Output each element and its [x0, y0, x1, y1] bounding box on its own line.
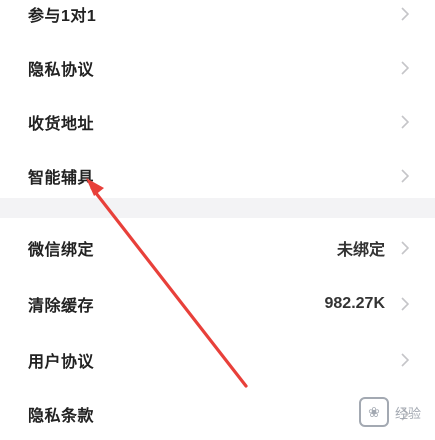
setting-label: 参与1对1: [28, 8, 97, 25]
chevron-right-icon: [399, 6, 411, 22]
paw-logo-icon: ❀: [358, 397, 389, 427]
setting-value: 982.27K: [324, 295, 386, 312]
chevron-right-icon: [399, 296, 411, 312]
setting-row-user-agreement[interactable]: 用户协议: [0, 334, 435, 386]
setting-label: 隐私协议: [28, 62, 95, 79]
setting-row-shipping-address[interactable]: 收货地址: [0, 96, 435, 148]
chevron-right-icon: [399, 114, 411, 130]
setting-value: 未绑定: [336, 242, 385, 259]
setting-label: 收货地址: [28, 116, 95, 133]
section-divider: [0, 198, 435, 218]
setting-label: 隐私条款: [28, 408, 95, 425]
setting-label: 清除缓存: [28, 298, 95, 315]
setting-label: 用户协议: [28, 354, 95, 371]
setting-label: 微信绑定: [28, 242, 95, 259]
setting-label: 智能辅具: [28, 170, 95, 187]
chevron-right-icon: [399, 352, 411, 368]
setting-row-privacy-agreement[interactable]: 隐私协议: [0, 42, 435, 94]
watermark-text: 经验: [394, 405, 421, 421]
setting-row-wechat-binding[interactable]: 微信绑定 未绑定: [0, 222, 435, 274]
chevron-right-icon: [399, 168, 411, 184]
chevron-right-icon: [399, 240, 411, 256]
watermark: ❀ 经验: [358, 397, 421, 427]
chevron-right-icon: [399, 60, 411, 76]
setting-row-1v1[interactable]: 参与1对1: [0, 0, 435, 40]
setting-row-clear-cache[interactable]: 清除缓存 982.27K: [0, 278, 435, 330]
setting-row-smart-assist[interactable]: 智能辅具: [0, 150, 435, 202]
